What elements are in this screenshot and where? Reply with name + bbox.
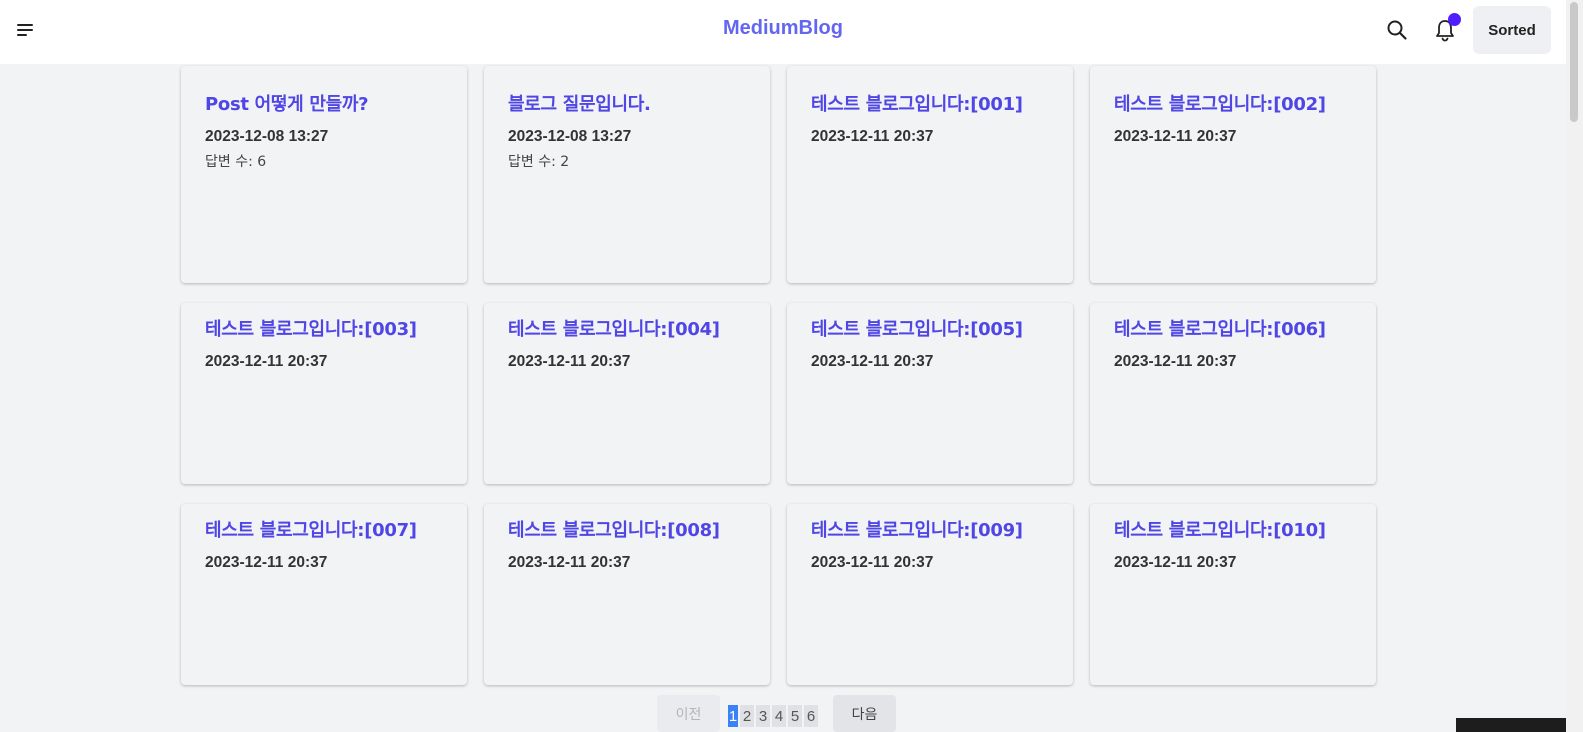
- post-date: 2023-12-11 20:37: [811, 353, 934, 370]
- sorted-button[interactable]: Sorted: [1473, 6, 1551, 54]
- page-number[interactable]: 2: [740, 705, 754, 727]
- post-card[interactable]: 테스트 블로그입니다:[008] 2023-12-11 20:37: [484, 504, 770, 685]
- next-page-button[interactable]: 다음: [833, 695, 896, 732]
- post-card[interactable]: 테스트 블로그입니다:[004] 2023-12-11 20:37: [484, 303, 770, 484]
- scrollbar-thumb[interactable]: [1570, 2, 1578, 122]
- post-answer-count: 답변 수: 2: [508, 154, 570, 170]
- taskbar-fragment: [1456, 718, 1566, 732]
- post-answer-count: 답변 수: 6: [205, 154, 267, 170]
- pagination: 이전 1 2 3 4 5 6 다음: [657, 695, 896, 732]
- page-number[interactable]: 5: [788, 705, 802, 727]
- prev-page-button[interactable]: 이전: [657, 695, 720, 732]
- post-card[interactable]: 테스트 블로그입니다:[002] 2023-12-11 20:37: [1090, 66, 1376, 283]
- page-number[interactable]: 3: [756, 705, 770, 727]
- post-card[interactable]: 테스트 블로그입니다:[010] 2023-12-11 20:37: [1090, 504, 1376, 685]
- post-date: 2023-12-11 20:37: [508, 554, 631, 571]
- post-date: 2023-12-08 13:27: [508, 128, 632, 145]
- post-card[interactable]: 테스트 블로그입니다:[009] 2023-12-11 20:37: [787, 504, 1073, 685]
- post-title[interactable]: 테스트 블로그입니다:[004]: [508, 315, 746, 341]
- post-title[interactable]: 테스트 블로그입니다:[002]: [1114, 90, 1352, 116]
- post-card[interactable]: 테스트 블로그입니다:[007] 2023-12-11 20:37: [181, 504, 467, 685]
- post-card[interactable]: 테스트 블로그입니다:[006] 2023-12-11 20:37: [1090, 303, 1376, 484]
- top-navbar: MediumBlog Sorted: [0, 0, 1566, 64]
- post-date: 2023-12-11 20:37: [508, 353, 631, 370]
- post-title[interactable]: 테스트 블로그입니다:[003]: [205, 315, 443, 341]
- post-date: 2023-12-11 20:37: [1114, 353, 1237, 370]
- post-date: 2023-12-11 20:37: [205, 353, 328, 370]
- post-card[interactable]: Post 어떻게 만들까? 2023-12-08 13:27 답변 수: 6: [181, 66, 467, 283]
- post-title[interactable]: 테스트 블로그입니다:[001]: [811, 90, 1049, 116]
- post-date: 2023-12-08 13:27: [205, 128, 329, 145]
- page-number[interactable]: 4: [772, 705, 786, 727]
- post-title[interactable]: 테스트 블로그입니다:[005]: [811, 315, 1049, 341]
- page-number-list: 1 2 3 4 5 6: [728, 705, 818, 727]
- post-date: 2023-12-11 20:37: [205, 554, 328, 571]
- page-scrollbar[interactable]: [1566, 0, 1583, 732]
- post-card[interactable]: 테스트 블로그입니다:[001] 2023-12-11 20:37: [787, 66, 1073, 283]
- post-card[interactable]: 테스트 블로그입니다:[005] 2023-12-11 20:37: [787, 303, 1073, 484]
- post-title[interactable]: 테스트 블로그입니다:[008]: [508, 516, 746, 542]
- post-grid: Post 어떻게 만들까? 2023-12-08 13:27 답변 수: 6 블…: [181, 66, 1376, 685]
- post-title[interactable]: 테스트 블로그입니다:[010]: [1114, 516, 1352, 542]
- post-title[interactable]: 테스트 블로그입니다:[007]: [205, 516, 443, 542]
- post-date: 2023-12-11 20:37: [1114, 128, 1237, 145]
- post-card[interactable]: 테스트 블로그입니다:[003] 2023-12-11 20:37: [181, 303, 467, 484]
- post-title[interactable]: 테스트 블로그입니다:[006]: [1114, 315, 1352, 341]
- post-card[interactable]: 블로그 질문입니다. 2023-12-08 13:27 답변 수: 2: [484, 66, 770, 283]
- page-number[interactable]: 6: [804, 705, 818, 727]
- page-number-current[interactable]: 1: [728, 705, 738, 727]
- post-date: 2023-12-11 20:37: [1114, 554, 1237, 571]
- post-title[interactable]: 테스트 블로그입니다:[009]: [811, 516, 1049, 542]
- post-title[interactable]: Post 어떻게 만들까?: [205, 90, 443, 116]
- post-date: 2023-12-11 20:37: [811, 554, 934, 571]
- post-date: 2023-12-11 20:37: [811, 128, 934, 145]
- post-title[interactable]: 블로그 질문입니다.: [508, 90, 746, 116]
- brand-logo[interactable]: MediumBlog: [0, 17, 1566, 40]
- notification-badge: [1448, 13, 1461, 26]
- search-icon[interactable]: [1386, 19, 1408, 41]
